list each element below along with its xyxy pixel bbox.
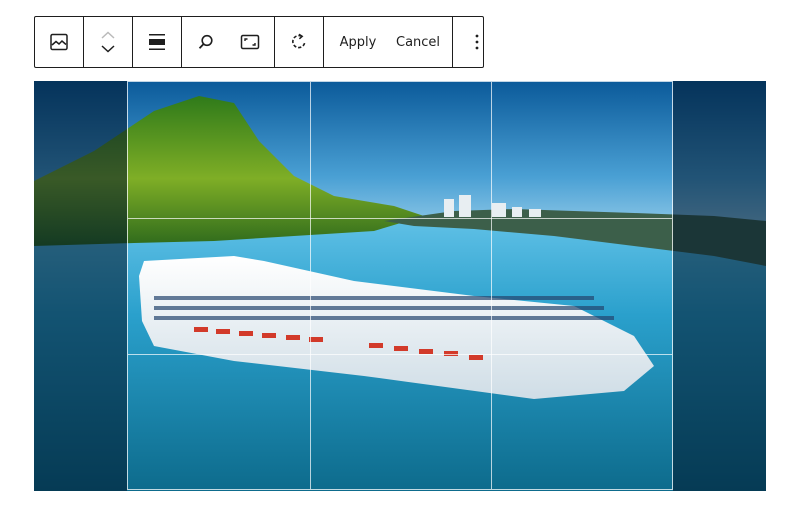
more-group [453,17,501,67]
crop-area[interactable] [127,81,673,490]
image-crop-canvas[interactable] [34,81,766,491]
crop-grid-line [310,82,311,489]
crop-grid-line [491,82,492,489]
rotate-group [275,17,324,67]
align-button[interactable] [135,18,179,66]
align-wide-icon [148,32,166,52]
block-toolbar: Apply Cancel [34,16,484,68]
crop-grid-line [128,354,672,355]
chevron-up-icon[interactable] [101,31,115,39]
more-vertical-icon [474,33,480,51]
zoom-icon [197,33,215,51]
rotate-icon [290,33,308,51]
zoom-aspect-group [182,17,275,67]
apply-button[interactable]: Apply [328,18,388,66]
mover-group [84,17,133,67]
aspect-ratio-icon [240,34,260,50]
more-options-button[interactable] [455,18,499,66]
crop-mask-right [673,81,766,491]
zoom-button[interactable] [184,18,228,66]
aspect-ratio-button[interactable] [228,18,272,66]
cancel-button[interactable]: Cancel [388,18,448,66]
image-block-button[interactable] [37,18,81,66]
crop-grid-line [128,218,672,219]
chevron-down-icon[interactable] [101,45,115,53]
align-group [133,17,182,67]
block-type-group [35,17,84,67]
crop-actions-group: Apply Cancel [324,17,454,67]
block-mover [86,18,130,66]
crop-mask-left [34,81,127,491]
rotate-button[interactable] [277,18,321,66]
image-icon [49,32,69,52]
